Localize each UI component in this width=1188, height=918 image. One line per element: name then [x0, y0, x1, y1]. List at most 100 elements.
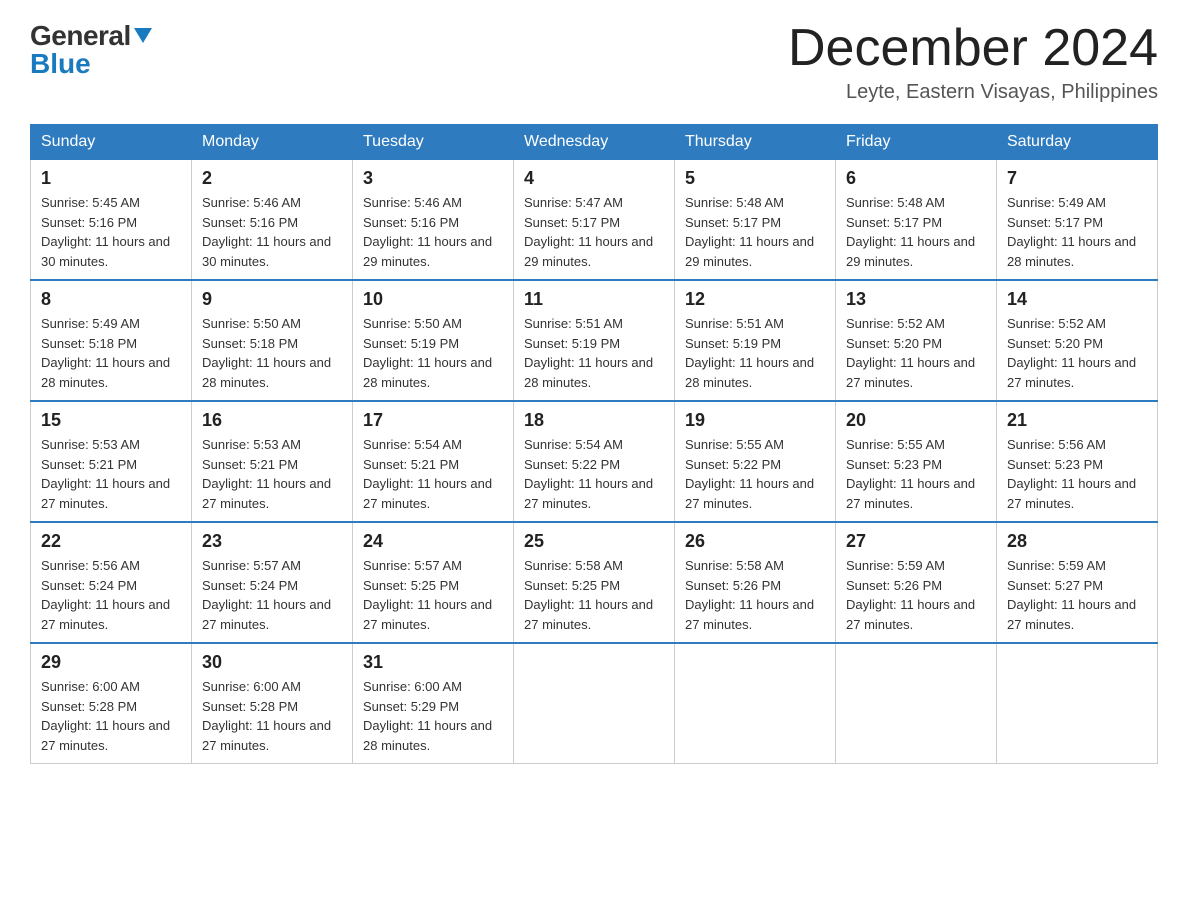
day-info: Sunrise: 5:55 AM Sunset: 5:23 PM Dayligh… — [846, 435, 986, 513]
calendar-day-cell: 1 Sunrise: 5:45 AM Sunset: 5:16 PM Dayli… — [31, 160, 192, 281]
calendar-day-cell — [836, 643, 997, 764]
day-number: 29 — [41, 652, 181, 673]
day-number: 28 — [1007, 531, 1147, 552]
calendar-day-cell: 3 Sunrise: 5:46 AM Sunset: 5:16 PM Dayli… — [353, 160, 514, 281]
col-monday: Monday — [192, 125, 353, 160]
calendar-week-row: 1 Sunrise: 5:45 AM Sunset: 5:16 PM Dayli… — [31, 160, 1158, 281]
calendar-day-cell: 16 Sunrise: 5:53 AM Sunset: 5:21 PM Dayl… — [192, 401, 353, 522]
day-info: Sunrise: 5:46 AM Sunset: 5:16 PM Dayligh… — [363, 193, 503, 271]
col-wednesday: Wednesday — [514, 125, 675, 160]
col-tuesday: Tuesday — [353, 125, 514, 160]
calendar-day-cell: 2 Sunrise: 5:46 AM Sunset: 5:16 PM Dayli… — [192, 160, 353, 281]
calendar-day-cell: 5 Sunrise: 5:48 AM Sunset: 5:17 PM Dayli… — [675, 160, 836, 281]
day-info: Sunrise: 5:47 AM Sunset: 5:17 PM Dayligh… — [524, 193, 664, 271]
calendar-day-cell: 14 Sunrise: 5:52 AM Sunset: 5:20 PM Dayl… — [997, 280, 1158, 401]
calendar-day-cell: 22 Sunrise: 5:56 AM Sunset: 5:24 PM Dayl… — [31, 522, 192, 643]
day-number: 27 — [846, 531, 986, 552]
day-info: Sunrise: 5:54 AM Sunset: 5:22 PM Dayligh… — [524, 435, 664, 513]
day-info: Sunrise: 6:00 AM Sunset: 5:28 PM Dayligh… — [202, 677, 342, 755]
col-thursday: Thursday — [675, 125, 836, 160]
day-number: 5 — [685, 168, 825, 189]
calendar-week-row: 29 Sunrise: 6:00 AM Sunset: 5:28 PM Dayl… — [31, 643, 1158, 764]
day-info: Sunrise: 5:51 AM Sunset: 5:19 PM Dayligh… — [685, 314, 825, 392]
day-info: Sunrise: 5:50 AM Sunset: 5:19 PM Dayligh… — [363, 314, 503, 392]
day-number: 25 — [524, 531, 664, 552]
day-info: Sunrise: 5:45 AM Sunset: 5:16 PM Dayligh… — [41, 193, 181, 271]
day-info: Sunrise: 5:51 AM Sunset: 5:19 PM Dayligh… — [524, 314, 664, 392]
col-saturday: Saturday — [997, 125, 1158, 160]
calendar-day-cell: 18 Sunrise: 5:54 AM Sunset: 5:22 PM Dayl… — [514, 401, 675, 522]
calendar-day-cell: 13 Sunrise: 5:52 AM Sunset: 5:20 PM Dayl… — [836, 280, 997, 401]
calendar-day-cell — [514, 643, 675, 764]
day-info: Sunrise: 5:49 AM Sunset: 5:17 PM Dayligh… — [1007, 193, 1147, 271]
day-number: 15 — [41, 410, 181, 431]
calendar-day-cell: 19 Sunrise: 5:55 AM Sunset: 5:22 PM Dayl… — [675, 401, 836, 522]
day-number: 13 — [846, 289, 986, 310]
day-info: Sunrise: 5:54 AM Sunset: 5:21 PM Dayligh… — [363, 435, 503, 513]
calendar-day-cell: 12 Sunrise: 5:51 AM Sunset: 5:19 PM Dayl… — [675, 280, 836, 401]
day-number: 7 — [1007, 168, 1147, 189]
day-number: 16 — [202, 410, 342, 431]
calendar-week-row: 15 Sunrise: 5:53 AM Sunset: 5:21 PM Dayl… — [31, 401, 1158, 522]
day-number: 2 — [202, 168, 342, 189]
day-number: 14 — [1007, 289, 1147, 310]
calendar-day-cell: 30 Sunrise: 6:00 AM Sunset: 5:28 PM Dayl… — [192, 643, 353, 764]
day-info: Sunrise: 5:58 AM Sunset: 5:26 PM Dayligh… — [685, 556, 825, 634]
day-info: Sunrise: 5:52 AM Sunset: 5:20 PM Dayligh… — [846, 314, 986, 392]
day-number: 30 — [202, 652, 342, 673]
calendar-day-cell: 4 Sunrise: 5:47 AM Sunset: 5:17 PM Dayli… — [514, 160, 675, 281]
day-number: 12 — [685, 289, 825, 310]
col-friday: Friday — [836, 125, 997, 160]
location-subtitle: Leyte, Eastern Visayas, Philippines — [788, 81, 1158, 104]
calendar-day-cell: 8 Sunrise: 5:49 AM Sunset: 5:18 PM Dayli… — [31, 280, 192, 401]
month-title: December 2024 — [788, 20, 1158, 77]
calendar-day-cell: 11 Sunrise: 5:51 AM Sunset: 5:19 PM Dayl… — [514, 280, 675, 401]
title-section: December 2024 Leyte, Eastern Visayas, Ph… — [788, 20, 1158, 104]
day-number: 18 — [524, 410, 664, 431]
calendar-header-row: Sunday Monday Tuesday Wednesday Thursday… — [31, 125, 1158, 160]
day-number: 9 — [202, 289, 342, 310]
calendar-day-cell: 28 Sunrise: 5:59 AM Sunset: 5:27 PM Dayl… — [997, 522, 1158, 643]
calendar-day-cell: 20 Sunrise: 5:55 AM Sunset: 5:23 PM Dayl… — [836, 401, 997, 522]
day-number: 21 — [1007, 410, 1147, 431]
calendar-table: Sunday Monday Tuesday Wednesday Thursday… — [30, 124, 1158, 764]
calendar-day-cell: 7 Sunrise: 5:49 AM Sunset: 5:17 PM Dayli… — [997, 160, 1158, 281]
logo-bottom: Blue — [30, 48, 91, 80]
day-info: Sunrise: 5:53 AM Sunset: 5:21 PM Dayligh… — [202, 435, 342, 513]
calendar-day-cell: 23 Sunrise: 5:57 AM Sunset: 5:24 PM Dayl… — [192, 522, 353, 643]
calendar-day-cell — [675, 643, 836, 764]
day-number: 3 — [363, 168, 503, 189]
calendar-day-cell: 24 Sunrise: 5:57 AM Sunset: 5:25 PM Dayl… — [353, 522, 514, 643]
day-number: 10 — [363, 289, 503, 310]
page-header: General Blue December 2024 Leyte, Easter… — [30, 20, 1158, 104]
day-info: Sunrise: 5:55 AM Sunset: 5:22 PM Dayligh… — [685, 435, 825, 513]
calendar-day-cell: 25 Sunrise: 5:58 AM Sunset: 5:25 PM Dayl… — [514, 522, 675, 643]
calendar-day-cell: 17 Sunrise: 5:54 AM Sunset: 5:21 PM Dayl… — [353, 401, 514, 522]
day-info: Sunrise: 5:52 AM Sunset: 5:20 PM Dayligh… — [1007, 314, 1147, 392]
col-sunday: Sunday — [31, 125, 192, 160]
day-info: Sunrise: 5:59 AM Sunset: 5:27 PM Dayligh… — [1007, 556, 1147, 634]
day-info: Sunrise: 5:57 AM Sunset: 5:25 PM Dayligh… — [363, 556, 503, 634]
day-info: Sunrise: 6:00 AM Sunset: 5:28 PM Dayligh… — [41, 677, 181, 755]
calendar-day-cell: 10 Sunrise: 5:50 AM Sunset: 5:19 PM Dayl… — [353, 280, 514, 401]
day-info: Sunrise: 5:59 AM Sunset: 5:26 PM Dayligh… — [846, 556, 986, 634]
day-info: Sunrise: 5:50 AM Sunset: 5:18 PM Dayligh… — [202, 314, 342, 392]
day-number: 22 — [41, 531, 181, 552]
day-number: 6 — [846, 168, 986, 189]
day-number: 11 — [524, 289, 664, 310]
day-number: 26 — [685, 531, 825, 552]
calendar-day-cell: 6 Sunrise: 5:48 AM Sunset: 5:17 PM Dayli… — [836, 160, 997, 281]
day-info: Sunrise: 6:00 AM Sunset: 5:29 PM Dayligh… — [363, 677, 503, 755]
calendar-day-cell: 31 Sunrise: 6:00 AM Sunset: 5:29 PM Dayl… — [353, 643, 514, 764]
day-info: Sunrise: 5:56 AM Sunset: 5:23 PM Dayligh… — [1007, 435, 1147, 513]
day-info: Sunrise: 5:58 AM Sunset: 5:25 PM Dayligh… — [524, 556, 664, 634]
day-number: 17 — [363, 410, 503, 431]
calendar-day-cell: 15 Sunrise: 5:53 AM Sunset: 5:21 PM Dayl… — [31, 401, 192, 522]
day-info: Sunrise: 5:46 AM Sunset: 5:16 PM Dayligh… — [202, 193, 342, 271]
calendar-day-cell: 26 Sunrise: 5:58 AM Sunset: 5:26 PM Dayl… — [675, 522, 836, 643]
calendar-week-row: 22 Sunrise: 5:56 AM Sunset: 5:24 PM Dayl… — [31, 522, 1158, 643]
day-info: Sunrise: 5:48 AM Sunset: 5:17 PM Dayligh… — [685, 193, 825, 271]
day-info: Sunrise: 5:57 AM Sunset: 5:24 PM Dayligh… — [202, 556, 342, 634]
logo: General Blue — [30, 20, 152, 80]
calendar-day-cell: 9 Sunrise: 5:50 AM Sunset: 5:18 PM Dayli… — [192, 280, 353, 401]
